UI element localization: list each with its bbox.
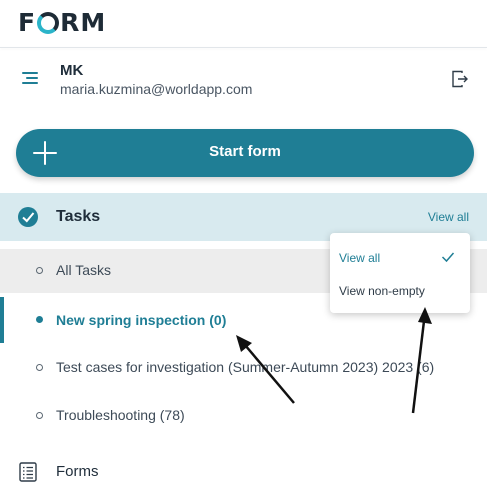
checkmark-icon [441,252,455,263]
bullet-icon [36,412,43,419]
view-filter-dropdown: View all View non-empty [330,233,470,313]
task-item-label: All Tasks [56,262,111,278]
user-email: maria.kuzmina@worldapp.com [60,81,253,97]
forms-label: Forms [56,463,99,480]
task-item-label: Test cases for investigation (Summer-Aut… [56,359,435,375]
app-logo-text: F RM [18,7,107,37]
task-item-label: Troubleshooting (78) [56,407,185,423]
user-name: MK [60,62,84,79]
header-divider [0,47,487,48]
dropdown-option-view-non-empty[interactable]: View non-empty [330,276,470,306]
forms-list-icon [19,462,37,482]
bullet-icon [36,316,43,323]
task-item-label: New spring inspection (0) [56,312,227,328]
bullet-icon [36,267,43,274]
start-form-label: Start form [209,143,281,160]
dropdown-option-view-all[interactable]: View all [330,243,470,273]
tasks-header-label: Tasks [56,208,101,225]
bullet-icon [36,364,43,371]
logout-icon[interactable] [451,70,469,88]
view-filter-link[interactable]: View all [428,210,469,224]
logo-o-ring-icon [37,11,60,34]
task-list-item-troubleshooting[interactable]: Troubleshooting (78) [0,394,487,438]
start-form-button[interactable]: Start form [16,129,474,177]
task-list-item-test-cases[interactable]: Test cases for investigation (Summer-Aut… [0,346,487,390]
dropdown-option-label: View all [339,251,381,265]
nav-item-forms[interactable]: Forms [0,452,487,491]
dropdown-option-label: View non-empty [339,284,425,298]
tasks-check-icon [18,207,38,227]
app-logo: F RM [18,7,107,37]
hamburger-menu-icon[interactable] [22,70,38,86]
active-indicator [0,297,4,343]
